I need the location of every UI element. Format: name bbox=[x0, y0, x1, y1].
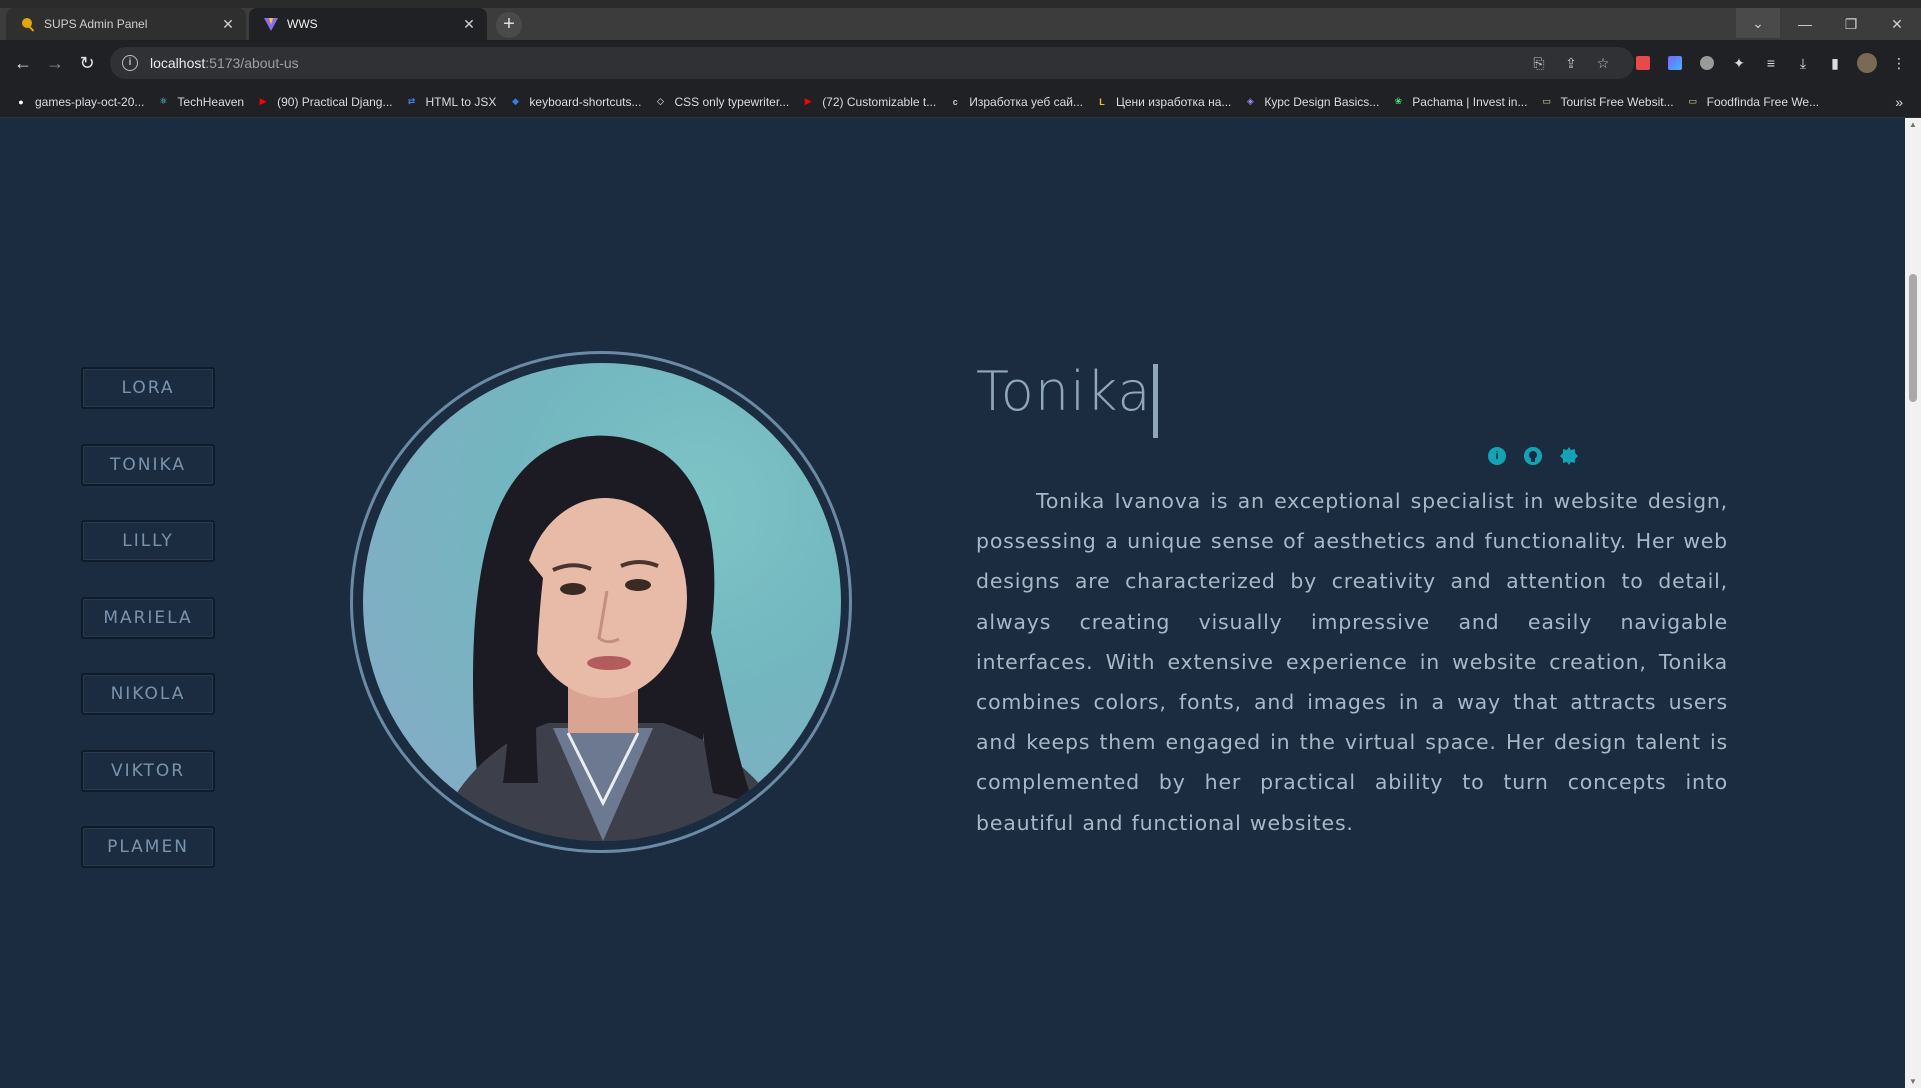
bookmark-item[interactable]: ◆ keyboard-shortcuts... bbox=[508, 94, 642, 109]
bookmark-item[interactable]: ▶ (90) Practical Djang... bbox=[256, 94, 393, 109]
scrollbar-thumb[interactable] bbox=[1909, 274, 1917, 402]
site-info-icon[interactable]: i bbox=[122, 55, 138, 71]
tab-wws[interactable]: WWS ✕ bbox=[249, 8, 487, 40]
bookmark-item[interactable]: ▶ (72) Customizable t... bbox=[801, 94, 937, 109]
extension-purple-icon[interactable] bbox=[1664, 52, 1686, 74]
restore-button[interactable]: ❐ bbox=[1828, 8, 1874, 40]
github-icon: ● bbox=[18, 96, 24, 107]
softuni-icon: ◈ bbox=[1246, 96, 1254, 106]
about-us-page: LORA TONIKA LILLY MARIELA NIKOLA VIKTOR … bbox=[0, 118, 1905, 1088]
reading-list-icon[interactable]: ≡ bbox=[1760, 52, 1782, 74]
tab-close-icon[interactable]: ✕ bbox=[220, 16, 236, 33]
forward-arrow-icon[interactable]: → bbox=[42, 50, 68, 76]
bookmark-label: keyboard-shortcuts... bbox=[529, 94, 642, 109]
bookmark-label: games-play-oct-20... bbox=[35, 94, 145, 109]
bookmark-item[interactable]: ⚛ TechHeaven bbox=[156, 95, 244, 109]
member-button-nikola[interactable]: NIKOLA bbox=[81, 673, 215, 715]
bookmark-label: Foodfinda Free We... bbox=[1706, 94, 1820, 109]
transform-icon: ⇄ bbox=[407, 96, 416, 106]
address-bar[interactable]: i localhost:5173/about-us bbox=[110, 47, 1634, 79]
bookmark-label: Tourist Free Websit... bbox=[1560, 94, 1674, 109]
bookmark-label: Pachama | Invest in... bbox=[1412, 94, 1528, 109]
tab-title: WWS bbox=[287, 17, 318, 31]
extension-red-icon[interactable] bbox=[1632, 52, 1654, 74]
bookmark-label: Цени изработка на... bbox=[1116, 94, 1232, 109]
share-icon[interactable]: ⇪ bbox=[1561, 53, 1581, 73]
grammarly-icon[interactable] bbox=[1696, 52, 1718, 74]
member-button-mariela[interactable]: MARIELA bbox=[81, 597, 215, 639]
bookmark-item[interactable]: ▭ Tourist Free Websit... bbox=[1539, 95, 1673, 109]
react-icon: ⚛ bbox=[159, 96, 168, 106]
close-window-button[interactable]: ✕ bbox=[1874, 8, 1920, 40]
sups-favicon-icon bbox=[20, 16, 36, 32]
vscode-icon: ◆ bbox=[511, 96, 519, 106]
image-icon: ▭ bbox=[1542, 96, 1551, 106]
member-name-heading: Tonika bbox=[976, 360, 1152, 423]
member-button-viktor[interactable]: VIKTOR bbox=[81, 750, 215, 792]
bookmark-item[interactable]: ◇ CSS only typewriter... bbox=[653, 95, 789, 109]
extensions-puzzle-icon[interactable]: ✦ bbox=[1728, 52, 1750, 74]
back-arrow-icon[interactable]: ← bbox=[10, 50, 36, 76]
translate-icon[interactable]: ⎘ bbox=[1529, 53, 1549, 73]
bookmark-label: CSS only typewriter... bbox=[674, 94, 790, 109]
cli-icon: c bbox=[952, 96, 958, 107]
page-scrollbar[interactable]: ▲ ▼ bbox=[1905, 118, 1921, 1088]
side-panel-icon[interactable]: ▮ bbox=[1824, 52, 1846, 74]
tab-sups-admin[interactable]: SUPS Admin Panel ✕ bbox=[6, 8, 246, 40]
bookmark-item[interactable]: ◈ Курс Design Basics... bbox=[1243, 95, 1379, 109]
url-path: :5173/about-us bbox=[205, 55, 299, 71]
bookmarks-more-icon[interactable]: » bbox=[1895, 94, 1903, 110]
image-icon: ▭ bbox=[1688, 96, 1697, 106]
tab-strip: SUPS Admin Panel ✕ WWS ✕ + ⌄ — ❐ ✕ bbox=[0, 0, 1921, 40]
member-button-lora[interactable]: LORA bbox=[81, 367, 215, 409]
browser-menu-icon[interactable]: ⋮ bbox=[1888, 52, 1910, 74]
bookmark-label: (72) Customizable t... bbox=[822, 94, 937, 109]
download-icon[interactable]: ⤓ bbox=[1792, 52, 1814, 74]
new-tab-button[interactable]: + bbox=[496, 12, 522, 38]
vite-favicon-icon bbox=[263, 16, 279, 32]
l-icon: L bbox=[1099, 96, 1105, 107]
reload-icon[interactable]: ↻ bbox=[74, 50, 100, 76]
badge-icon[interactable] bbox=[1560, 447, 1578, 465]
bookmark-item[interactable]: ❀ Pachama | Invest in... bbox=[1391, 94, 1528, 109]
member-button-plamen[interactable]: PLAMEN bbox=[81, 826, 215, 868]
bookmark-label: Изработка уеб сай... bbox=[969, 94, 1083, 109]
bookmark-label: Курс Design Basics... bbox=[1264, 94, 1380, 109]
github-icon[interactable] bbox=[1524, 447, 1542, 465]
scroll-up-arrow-icon[interactable]: ▲ bbox=[1905, 120, 1921, 129]
bookmark-item[interactable]: ⇄ HTML to JSX bbox=[405, 95, 497, 109]
member-bio: Tonika Ivanova is an exceptional special… bbox=[976, 489, 1728, 835]
bookmark-item[interactable]: c Изработка уеб сай... bbox=[948, 95, 1083, 109]
bookmark-item[interactable]: L Цени изработка на... bbox=[1095, 95, 1231, 109]
bookmark-label: TechHeaven bbox=[177, 94, 245, 109]
info-icon[interactable]: i bbox=[1488, 447, 1506, 465]
tab-title: SUPS Admin Panel bbox=[44, 17, 148, 31]
member-button-tonika[interactable]: TONIKA bbox=[81, 444, 215, 486]
tab-close-icon[interactable]: ✕ bbox=[461, 16, 477, 33]
scroll-down-arrow-icon[interactable]: ▼ bbox=[1905, 1077, 1921, 1086]
typewriter-caret bbox=[1153, 364, 1158, 438]
bookmarks-bar: ● games-play-oct-20... ⚛ TechHeaven ▶ (90) Pr… bbox=[0, 86, 1921, 118]
bookmark-label: HTML to JSX bbox=[425, 94, 497, 109]
youtube-icon: ▶ bbox=[804, 96, 812, 106]
url-host: localhost bbox=[150, 55, 206, 71]
profile-avatar[interactable] bbox=[1856, 52, 1878, 74]
tab-strip-top bbox=[0, 0, 1921, 8]
member-button-lilly[interactable]: LILLY bbox=[81, 520, 215, 562]
youtube-icon: ▶ bbox=[259, 96, 267, 106]
leaf-icon: ❀ bbox=[1394, 96, 1403, 106]
bookmark-item[interactable]: ▭ Foodfinda Free We... bbox=[1686, 94, 1820, 109]
tab-search-chevron-icon[interactable]: ⌄ bbox=[1736, 8, 1780, 38]
codepen-icon: ◇ bbox=[657, 96, 664, 106]
member-portrait bbox=[363, 363, 841, 841]
bookmark-item[interactable]: ● games-play-oct-20... bbox=[14, 95, 144, 109]
bookmark-label: (90) Practical Djang... bbox=[277, 94, 393, 109]
bookmark-star-icon[interactable]: ☆ bbox=[1593, 53, 1613, 73]
minimize-button[interactable]: — bbox=[1782, 8, 1828, 40]
